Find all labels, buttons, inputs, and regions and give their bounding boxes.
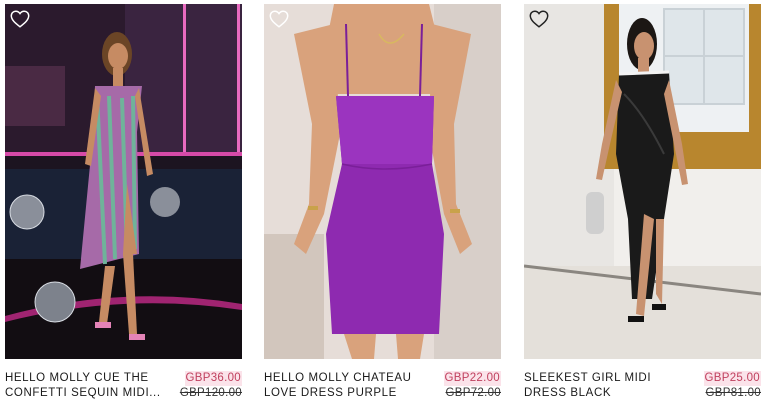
sale-price: GBP25.00 — [703, 371, 761, 386]
product-image[interactable] — [524, 4, 761, 359]
product-info: SLEEKEST GIRL MIDI DRESS BLACK GBP25.00 … — [524, 371, 761, 403]
wishlist-heart-icon[interactable] — [9, 8, 31, 30]
product-card[interactable]: HELLO MOLLY CHATEAU LOVE DRESS PURPLE GB… — [264, 4, 501, 405]
sale-price: GBP36.00 — [184, 371, 242, 386]
sale-price: GBP22.00 — [443, 371, 501, 386]
product-card[interactable]: HELLO MOLLY CUE THE CONFETTI SEQUIN MIDI… — [5, 4, 242, 405]
wishlist-heart-icon[interactable] — [528, 8, 550, 30]
original-price: GBP120.00 — [179, 387, 242, 399]
wishlist-heart-icon[interactable] — [268, 8, 290, 30]
original-price: GBP72.00 — [445, 387, 501, 399]
product-image[interactable] — [264, 4, 501, 359]
product-name[interactable]: SLEEKEST GIRL MIDI DRESS BLACK — [524, 371, 694, 401]
product-name[interactable]: HELLO MOLLY CUE THE CONFETTI SEQUIN MIDI… — [5, 371, 175, 401]
product-grid: HELLO MOLLY CUE THE CONFETTI SEQUIN MIDI… — [0, 0, 773, 405]
product-image[interactable] — [5, 4, 242, 359]
product-name[interactable]: HELLO MOLLY CHATEAU LOVE DRESS PURPLE — [264, 371, 434, 401]
product-card[interactable]: SLEEKEST GIRL MIDI DRESS BLACK GBP25.00 … — [524, 4, 761, 405]
original-price: GBP81.00 — [705, 387, 761, 399]
product-info: HELLO MOLLY CUE THE CONFETTI SEQUIN MIDI… — [5, 371, 242, 403]
product-info: HELLO MOLLY CHATEAU LOVE DRESS PURPLE GB… — [264, 371, 501, 403]
